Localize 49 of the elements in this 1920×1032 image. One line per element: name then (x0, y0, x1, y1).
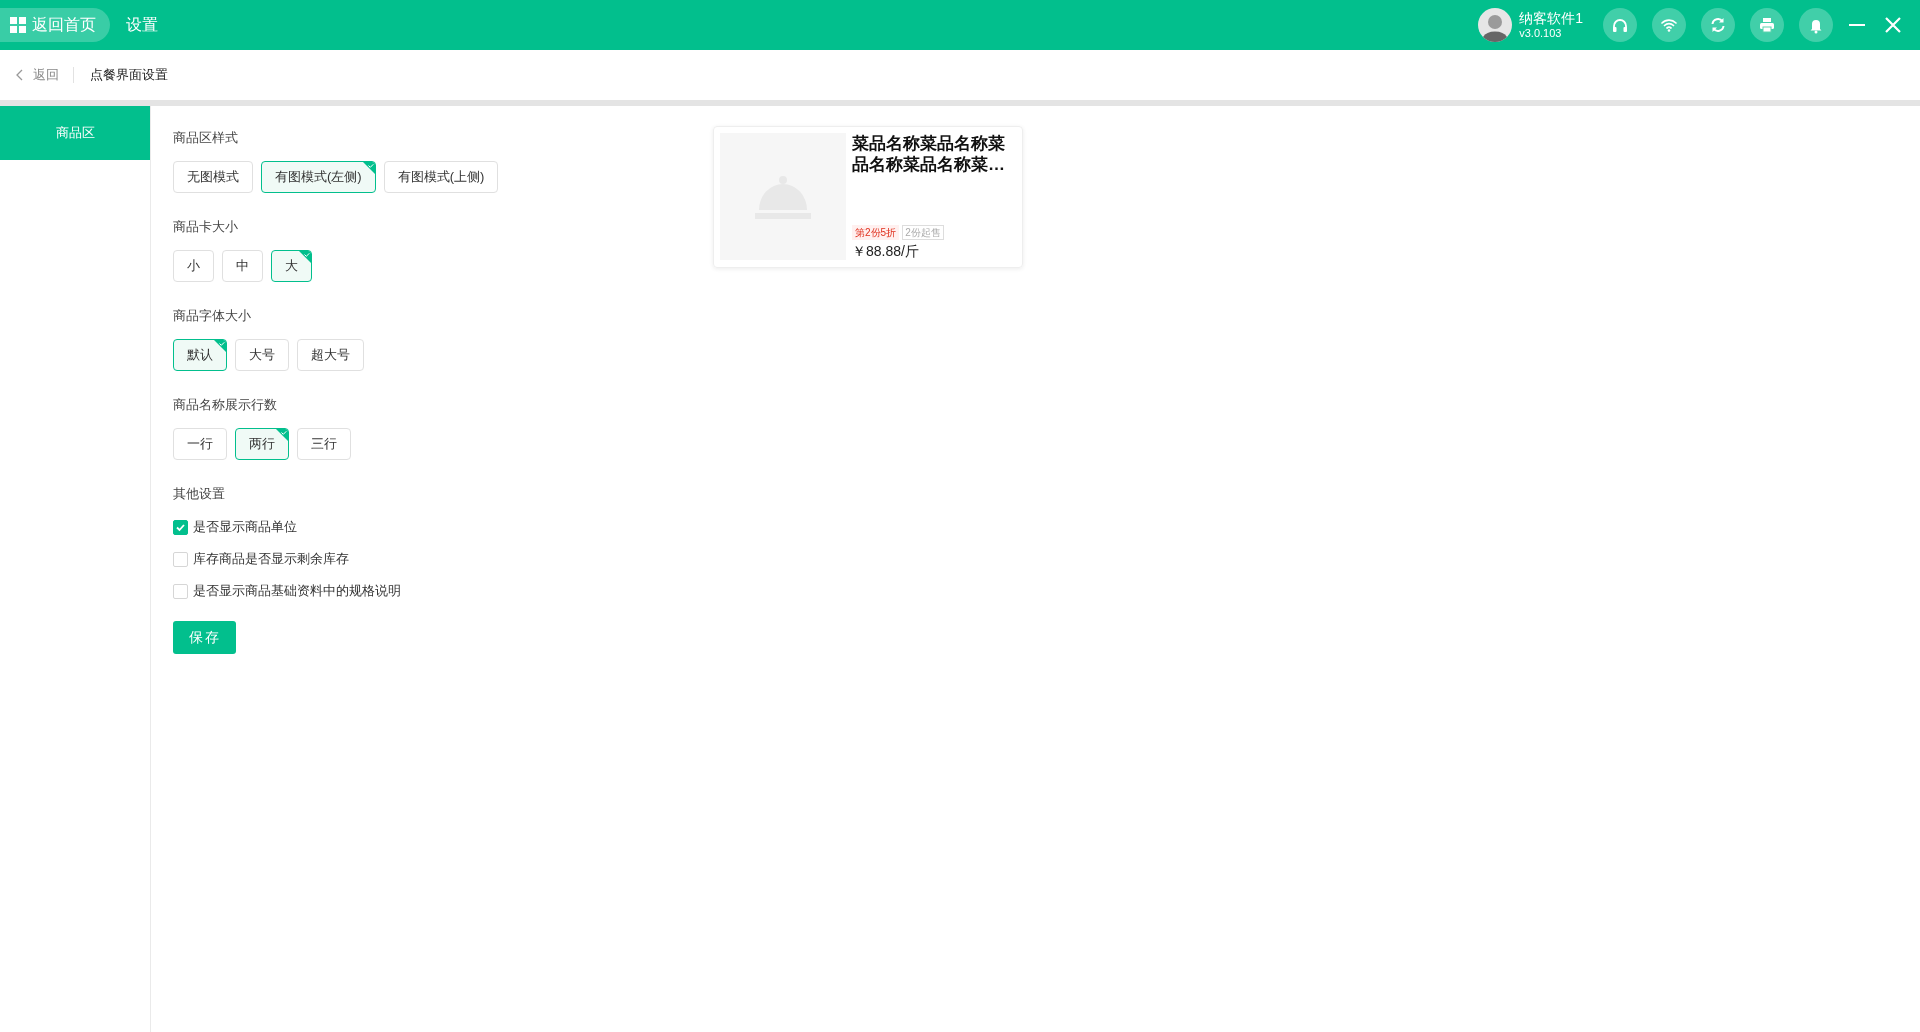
option-button[interactable]: 有图模式(左侧) (261, 161, 376, 193)
page-title: 设置 (126, 14, 158, 35)
back-button[interactable]: 返回 (16, 67, 74, 83)
minimize-icon (1848, 24, 1866, 26)
wifi-icon-button[interactable] (1652, 8, 1686, 42)
checkbox-label: 是否显示商品单位 (193, 518, 297, 536)
check-corner-icon (214, 340, 226, 352)
option-button[interactable]: 大 (271, 250, 312, 282)
checkbox[interactable] (173, 551, 188, 567)
chevron-left-icon (16, 69, 23, 81)
option-button[interactable]: 一行 (173, 428, 227, 460)
dish-name: 品名称菜品名称菜… (852, 155, 1005, 174)
option-button[interactable]: 有图模式(上侧) (383, 161, 499, 193)
checkbox-label: 是否显示商品基础资料中的规格说明 (193, 582, 401, 600)
user-name: 纳客软件1 (1519, 10, 1583, 27)
group-label: 商品卡大小 (173, 218, 238, 236)
headset-icon-button[interactable] (1603, 8, 1637, 42)
group-label: 商品区样式 (173, 129, 238, 147)
option-button[interactable]: 无图模式 (173, 161, 253, 193)
tag: 第2份5折 (852, 225, 900, 240)
dish-name: 菜品名称菜品名称菜 (852, 134, 1005, 153)
option-button[interactable]: 大号 (235, 339, 289, 371)
option-button[interactable]: 默认 (173, 339, 227, 371)
check-corner-icon (299, 251, 311, 263)
group-label: 其他设置 (173, 486, 225, 501)
avatar-icon (1478, 8, 1513, 42)
version-label: v3.0.103 (1519, 27, 1563, 40)
option-button[interactable]: 两行 (235, 428, 289, 460)
close-button[interactable] (1884, 16, 1902, 34)
checkbox[interactable] (173, 583, 188, 599)
bell-icon-button[interactable] (1799, 8, 1833, 42)
option-button[interactable]: 超大号 (297, 339, 364, 371)
close-icon (1884, 16, 1902, 34)
check-corner-icon (362, 162, 375, 174)
option-button[interactable]: 中 (222, 250, 263, 282)
checkbox-label: 库存商品是否显示剩余库存 (193, 550, 349, 568)
option-button[interactable]: 小 (173, 250, 214, 282)
option-button[interactable]: 三行 (297, 428, 351, 460)
printer-icon-button[interactable] (1750, 8, 1784, 42)
check-corner-icon (276, 429, 288, 441)
price: ￥88.88/斤 (852, 243, 919, 259)
breadcrumb-title: 点餐界面设置 (90, 66, 168, 84)
checkbox[interactable] (173, 519, 188, 535)
printer-icon (1757, 15, 1777, 35)
group-label: 商品名称展示行数 (173, 396, 277, 414)
tag: 2份起售 (902, 225, 944, 240)
refresh-icon-button[interactable] (1701, 8, 1735, 42)
grid-icon (10, 17, 26, 33)
group-label: 商品字体大小 (173, 307, 251, 325)
